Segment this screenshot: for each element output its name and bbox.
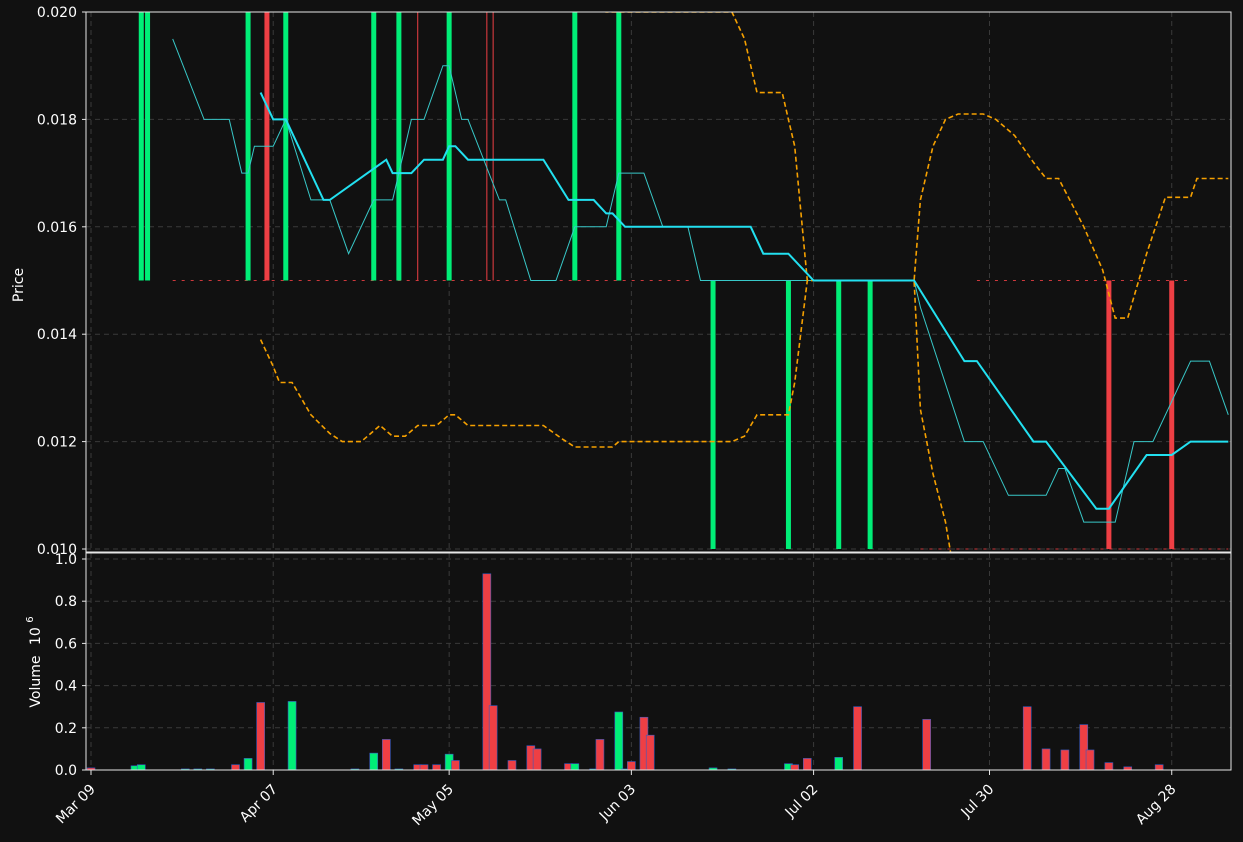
volume-bar xyxy=(136,764,146,770)
volume-tick-label: 0.0 xyxy=(55,763,77,779)
up-candle xyxy=(145,12,151,281)
volume-bar xyxy=(231,764,240,770)
volume-bar xyxy=(369,752,379,770)
volume-bar xyxy=(834,757,844,770)
up-candle xyxy=(283,12,289,281)
volume-bar xyxy=(1104,762,1114,770)
volume-axis-label-exponent-base: 10 xyxy=(28,627,44,645)
price-tick-label: 0.018 xyxy=(37,112,77,128)
volume-bar xyxy=(853,706,862,770)
down-candle xyxy=(1169,280,1175,549)
volume-bar xyxy=(614,711,624,770)
volume-bar xyxy=(532,748,542,770)
volume-bar xyxy=(922,719,931,770)
up-candle xyxy=(371,12,377,281)
price-tick-label: 0.020 xyxy=(37,5,77,21)
volume-axis-label: Volume 10 6 xyxy=(25,616,44,707)
up-candle xyxy=(616,12,622,281)
volume-bar xyxy=(790,764,800,770)
up-candle xyxy=(867,280,873,549)
up-candle xyxy=(836,280,842,549)
up-candle xyxy=(572,12,578,281)
volume-bar xyxy=(595,739,605,770)
volume-bar xyxy=(1085,749,1095,770)
volume-bar xyxy=(1022,706,1032,770)
volume-bar xyxy=(802,758,812,770)
volume-bar xyxy=(570,763,580,770)
volume-tick-label: 0.2 xyxy=(55,721,77,737)
price-axis-label: Price xyxy=(11,268,27,302)
up-candle xyxy=(138,12,144,281)
price-tick-label: 0.014 xyxy=(37,327,77,343)
volume-bar xyxy=(256,702,265,770)
volume-bar xyxy=(419,764,429,770)
volume-bar xyxy=(1060,749,1070,770)
price-tick-label: 0.012 xyxy=(37,435,77,451)
volume-axis-label-exponent-power: 6 xyxy=(25,616,36,622)
volume-bar xyxy=(287,701,297,770)
volume-bar xyxy=(382,739,391,770)
volume-tick-label: 1.0 xyxy=(55,552,77,568)
up-candle xyxy=(710,280,716,549)
volume-axis-label-text: Volume xyxy=(28,656,44,708)
up-candle xyxy=(396,12,402,281)
price-tick-label: 0.016 xyxy=(37,220,77,236)
up-candle xyxy=(245,12,251,281)
volume-bar xyxy=(627,761,636,770)
volume-tick-label: 0.4 xyxy=(55,679,77,695)
candlestick-volume-chart: 0.0100.0120.0140.0160.0180.020 0.00.20.4… xyxy=(0,0,1243,842)
volume-bar xyxy=(1041,748,1051,770)
volume-bar xyxy=(488,705,498,770)
volume-bar xyxy=(645,734,655,770)
volume-bar xyxy=(451,760,460,770)
volume-tick-label: 0.8 xyxy=(55,594,77,610)
volume-bar xyxy=(243,758,253,770)
volume-bar xyxy=(1154,764,1164,770)
volume-bar xyxy=(507,760,517,770)
volume-tick-label: 0.6 xyxy=(55,636,77,652)
volume-bar xyxy=(432,764,441,770)
